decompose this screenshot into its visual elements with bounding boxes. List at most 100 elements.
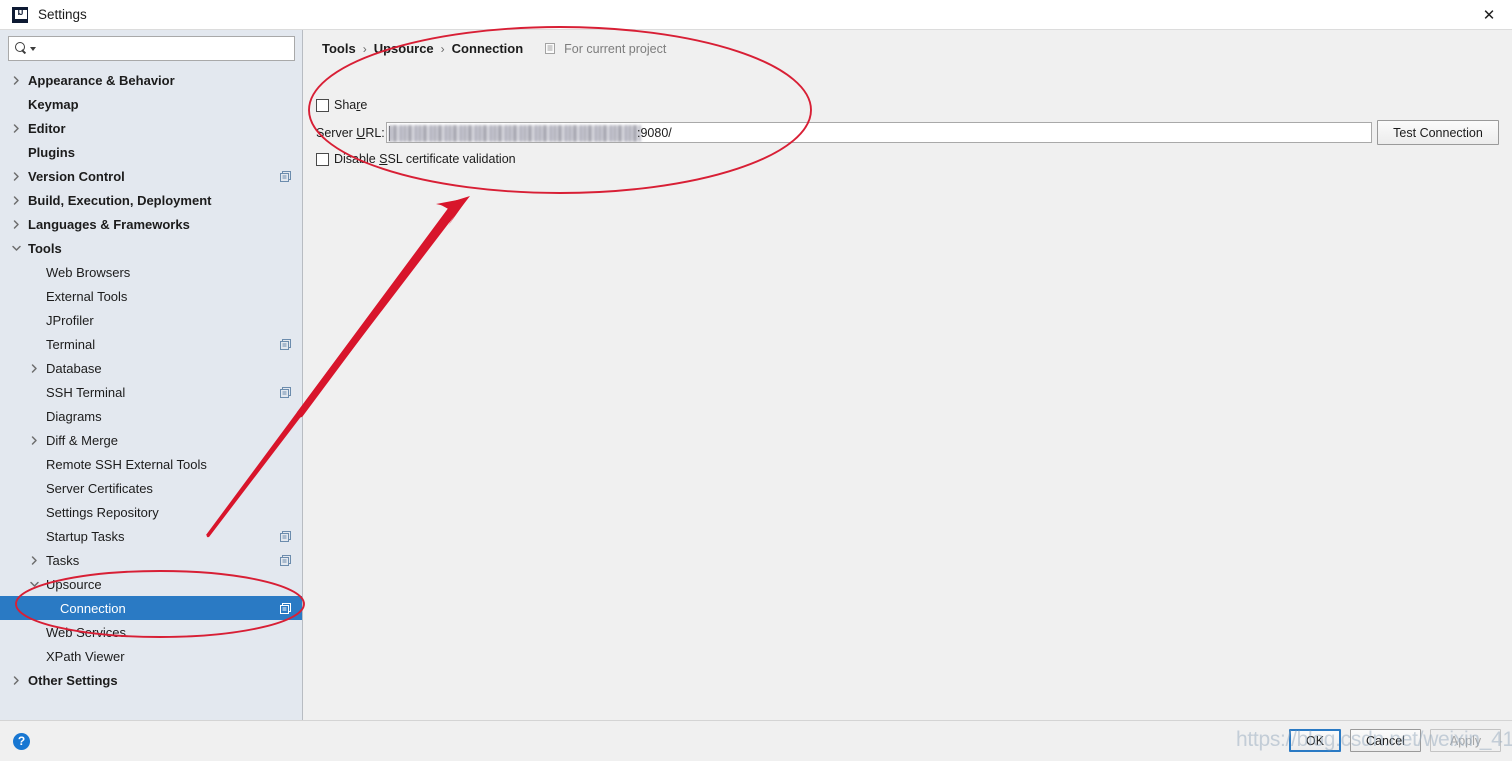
- project-scope-label: For current project: [564, 41, 667, 56]
- sidebar-item-terminal[interactable]: Terminal: [0, 332, 302, 356]
- redacted-url-text: [389, 125, 641, 142]
- breadcrumb-item-connection: Connection: [451, 41, 524, 56]
- sidebar-item-label: Diff & Merge: [46, 432, 119, 448]
- help-icon[interactable]: ?: [13, 733, 30, 750]
- sidebar-item-appearance-behavior[interactable]: Appearance & Behavior: [0, 68, 302, 92]
- settings-sidebar: Appearance & Behavior Keymap Editor Plugins…: [0, 30, 303, 720]
- sidebar-item-label: Terminal: [46, 336, 96, 352]
- project-scope-icon: [279, 554, 292, 567]
- sidebar-item-label: Web Services: [46, 624, 126, 640]
- sidebar-item-label: Tasks: [46, 552, 80, 568]
- window-title: Settings: [38, 7, 87, 22]
- chevron-right-icon[interactable]: [11, 675, 22, 686]
- sidebar-item-connection[interactable]: Connection: [0, 596, 302, 620]
- search-box[interactable]: [8, 36, 295, 61]
- sidebar-item-xpath-viewer[interactable]: XPath Viewer: [0, 644, 302, 668]
- sidebar-item-label: Remote SSH External Tools: [46, 456, 207, 472]
- sidebar-item-label: JProfiler: [46, 312, 94, 328]
- sidebar-item-web-browsers[interactable]: Web Browsers: [0, 260, 302, 284]
- project-scope-icon: [279, 530, 292, 543]
- chevron-right-icon[interactable]: [11, 219, 22, 230]
- project-scope-icon: [279, 386, 292, 399]
- server-url-visible-tail: :9080/: [637, 126, 672, 140]
- server-url-row: Server URL: :9080/: [316, 122, 1372, 143]
- server-url-input[interactable]: :9080/: [386, 122, 1372, 143]
- disable-ssl-label: Disable SSL certificate validation: [334, 152, 516, 166]
- sidebar-item-label: Editor: [28, 120, 66, 136]
- ok-button[interactable]: OK: [1289, 729, 1341, 752]
- cancel-button[interactable]: Cancel: [1350, 729, 1421, 752]
- chevron-right-icon[interactable]: [29, 435, 40, 446]
- sidebar-item-languages-frameworks[interactable]: Languages & Frameworks: [0, 212, 302, 236]
- chevron-right-icon[interactable]: [11, 75, 22, 86]
- disable-ssl-checkbox[interactable]: [316, 152, 329, 166]
- sidebar-item-label: Connection: [60, 600, 126, 616]
- sidebar-item-label: Startup Tasks: [46, 528, 125, 544]
- share-checkbox-row[interactable]: Share: [316, 98, 367, 112]
- sidebar-item-other-settings[interactable]: Other Settings: [0, 668, 302, 692]
- sidebar-item-label: Plugins: [28, 144, 75, 160]
- title-bar: Settings ✕: [0, 0, 1512, 30]
- sidebar-item-keymap[interactable]: Keymap: [0, 92, 302, 116]
- sidebar-item-label: Server Certificates: [46, 480, 153, 496]
- sidebar-item-label: Appearance & Behavior: [28, 72, 175, 88]
- chevron-right-icon[interactable]: [11, 123, 22, 134]
- chevron-right-icon[interactable]: [11, 195, 22, 206]
- share-label: Share: [334, 98, 368, 112]
- apply-button: Apply: [1430, 729, 1501, 752]
- sidebar-item-label: Build, Execution, Deployment: [28, 192, 212, 208]
- sidebar-item-build-execution-deployment[interactable]: Build, Execution, Deployment: [0, 188, 302, 212]
- sidebar-item-label: Database: [46, 360, 102, 376]
- settings-main-panel: Tools › Upsource › Connection For curren…: [304, 30, 1512, 720]
- sidebar-item-settings-repository[interactable]: Settings Repository: [0, 500, 302, 524]
- sidebar-item-label: Settings Repository: [46, 504, 159, 520]
- sidebar-item-upsource[interactable]: Upsource: [0, 572, 302, 596]
- server-url-label: Server URL:: [316, 125, 385, 140]
- sidebar-item-editor[interactable]: Editor: [0, 116, 302, 140]
- sidebar-item-tools[interactable]: Tools: [0, 236, 302, 260]
- sidebar-item-server-certificates[interactable]: Server Certificates: [0, 476, 302, 500]
- sidebar-item-diagrams[interactable]: Diagrams: [0, 404, 302, 428]
- test-connection-button[interactable]: Test Connection: [1377, 120, 1499, 145]
- sidebar-item-label: External Tools: [46, 288, 128, 304]
- chevron-down-icon[interactable]: [11, 243, 22, 254]
- chevron-right-icon[interactable]: [11, 171, 22, 182]
- breadcrumb-separator: ›: [362, 41, 367, 56]
- chevron-right-icon[interactable]: [29, 555, 40, 566]
- sidebar-item-label: Other Settings: [28, 672, 118, 688]
- sidebar-item-label: Web Browsers: [46, 264, 131, 280]
- sidebar-item-startup-tasks[interactable]: Startup Tasks: [0, 524, 302, 548]
- breadcrumb: Tools › Upsource › Connection For curren…: [322, 41, 666, 56]
- sidebar-item-jprofiler[interactable]: JProfiler: [0, 308, 302, 332]
- breadcrumb-item-upsource[interactable]: Upsource: [374, 41, 434, 56]
- settings-tree: Appearance & Behavior Keymap Editor Plugins…: [0, 68, 302, 692]
- sidebar-item-label: Languages & Frameworks: [28, 216, 190, 232]
- breadcrumb-item-tools[interactable]: Tools: [322, 41, 356, 56]
- sidebar-item-diff-merge[interactable]: Diff & Merge: [0, 428, 302, 452]
- sidebar-item-plugins[interactable]: Plugins: [0, 140, 302, 164]
- search-input[interactable]: [40, 37, 294, 60]
- chevron-down-icon[interactable]: [30, 46, 36, 51]
- sidebar-item-label: Version Control: [28, 168, 125, 184]
- breadcrumb-separator: ›: [440, 41, 445, 56]
- sidebar-item-version-control[interactable]: Version Control: [0, 164, 302, 188]
- disable-ssl-checkbox-row[interactable]: Disable SSL certificate validation: [316, 152, 516, 166]
- project-scope-icon: [545, 42, 558, 55]
- chevron-right-icon[interactable]: [29, 363, 40, 374]
- sidebar-item-tasks[interactable]: Tasks: [0, 548, 302, 572]
- sidebar-item-label: Diagrams: [46, 408, 102, 424]
- close-icon[interactable]: ✕: [1466, 0, 1512, 29]
- project-scope-indicator: For current project: [545, 42, 666, 56]
- sidebar-item-web-services[interactable]: Web Services: [0, 620, 302, 644]
- settings-dialog: Settings ✕ Appearance & Behavior Keymap Ed…: [0, 0, 1512, 761]
- sidebar-item-remote-ssh-external-tools[interactable]: Remote SSH External Tools: [0, 452, 302, 476]
- sidebar-item-ssh-terminal[interactable]: SSH Terminal: [0, 380, 302, 404]
- project-scope-icon: [279, 602, 292, 615]
- sidebar-item-label: Tools: [28, 240, 62, 256]
- chevron-down-icon[interactable]: [29, 579, 40, 590]
- sidebar-item-external-tools[interactable]: External Tools: [0, 284, 302, 308]
- sidebar-item-label: Keymap: [28, 96, 79, 112]
- share-checkbox[interactable]: [316, 98, 329, 112]
- sidebar-item-database[interactable]: Database: [0, 356, 302, 380]
- search-wrapper: [0, 30, 302, 65]
